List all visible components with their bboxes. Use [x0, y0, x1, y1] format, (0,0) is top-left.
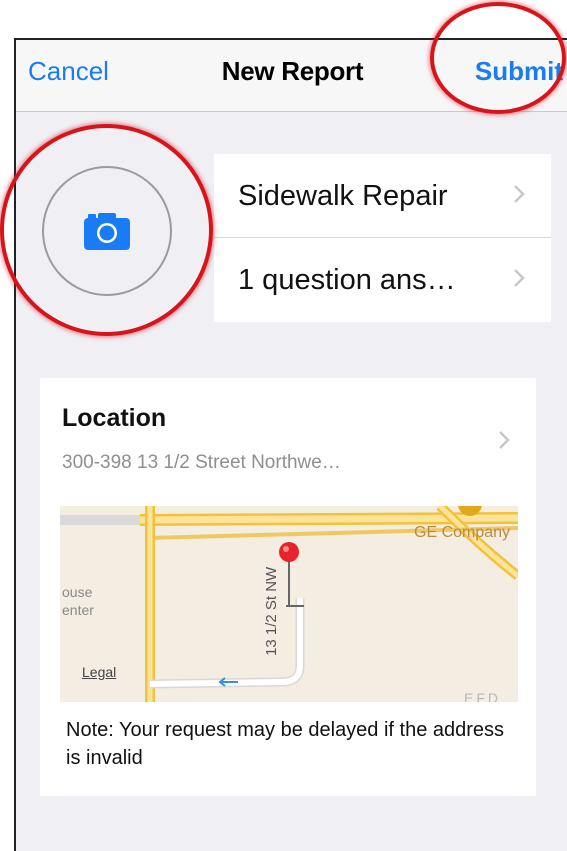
location-title: Location	[62, 404, 167, 432]
chevron-right-icon	[514, 269, 525, 287]
map-label-fragment: EFD	[464, 690, 501, 702]
location-address: 300-398 13 1/2 Street Northwe…	[62, 452, 341, 473]
category-row[interactable]: Sidewalk Repair	[214, 154, 551, 238]
category-card: Sidewalk Repair 1 question ans…	[214, 154, 551, 322]
location-map[interactable]: GE Company 13 1/2 St NW ouse enter Legal…	[60, 506, 518, 702]
map-label-street: 13 1/2 St NW	[263, 566, 280, 656]
location-card[interactable]: Location 300-398 13 1/2 Street Northwe…	[40, 378, 536, 796]
highlight-ring-submit	[430, 2, 566, 114]
map-legal-link[interactable]: Legal	[82, 664, 116, 680]
chevron-right-icon	[514, 185, 525, 203]
address-note: Note: Your request may be delayed if the…	[66, 719, 505, 769]
map-label-poi: GE Company	[414, 524, 511, 541]
highlight-ring-camera	[0, 124, 213, 336]
questions-label: 1 question ans…	[238, 264, 456, 296]
questions-row[interactable]: 1 question ans…	[214, 238, 551, 322]
category-label: Sidewalk Repair	[238, 180, 448, 212]
map-label-fragment: ouse	[62, 584, 93, 600]
chevron-right-icon	[499, 431, 510, 449]
map-label-fragment: enter	[62, 602, 94, 618]
